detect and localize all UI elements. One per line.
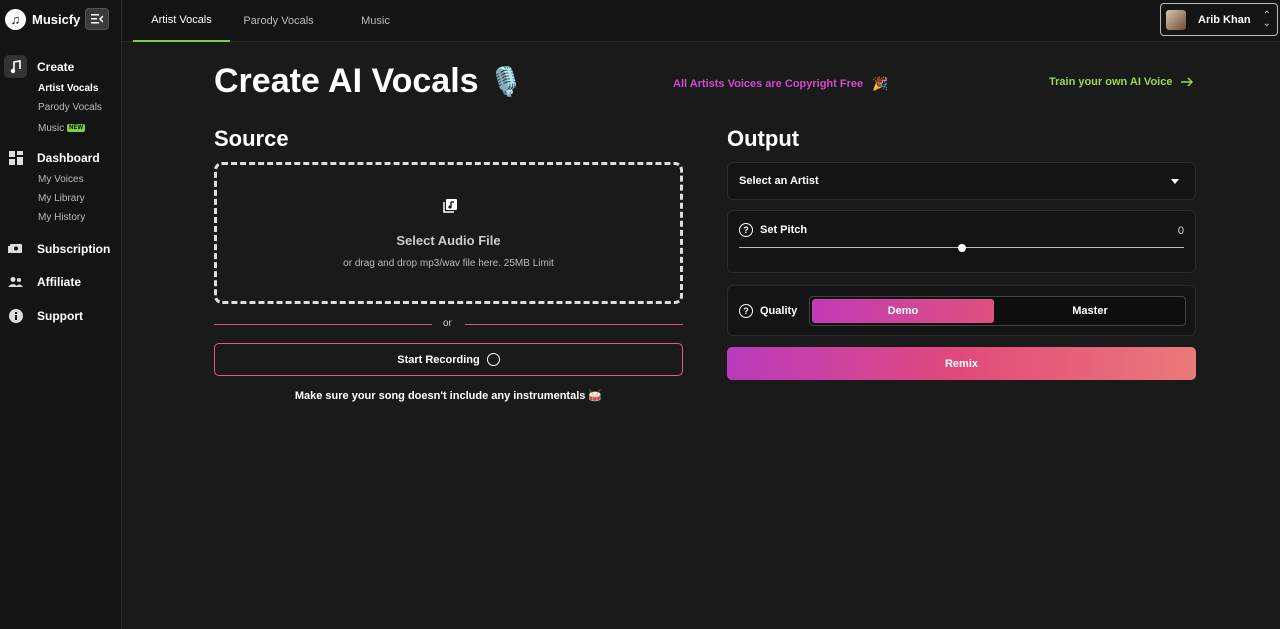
tab-parody-vocals[interactable]: Parody Vocals xyxy=(230,0,327,42)
page-title-text: Create AI Vocals xyxy=(214,62,479,100)
microphone-icon: 🎙️ xyxy=(488,66,524,97)
brand-name: Musicfy xyxy=(32,11,81,27)
pitch-panel: ? Set Pitch 0 xyxy=(727,210,1196,273)
start-recording-button[interactable]: Start Recording xyxy=(214,343,683,376)
train-voice-link[interactable]: Train your own AI Voice xyxy=(1049,76,1194,88)
source-heading: Source xyxy=(214,126,289,151)
artist-select[interactable]: Select an Artist xyxy=(727,162,1196,200)
affiliate-icon xyxy=(4,270,27,293)
caret-down-icon xyxy=(1171,179,1179,184)
sidebar-section-affiliate[interactable]: Affiliate xyxy=(37,275,81,289)
music-note-icon xyxy=(4,55,27,78)
menu-collapse-icon xyxy=(91,14,103,24)
pitch-slider[interactable] xyxy=(739,244,1184,252)
record-icon xyxy=(486,353,500,366)
copyright-note: All Artists Voices are Copyright Free 🎉 xyxy=(673,76,888,92)
divider-line-right xyxy=(465,324,683,325)
sidebar-item-my-voices[interactable]: My Voices xyxy=(38,174,84,185)
quality-option-demo[interactable]: Demo xyxy=(812,299,994,323)
tab-artist-vocals[interactable]: Artist Vocals xyxy=(133,0,230,42)
output-heading: Output xyxy=(727,126,800,151)
dashboard-icon xyxy=(4,146,27,169)
user-name: Arib Khan xyxy=(1198,13,1251,26)
help-icon[interactable]: ? xyxy=(739,304,753,318)
copyright-note-text: All Artists Voices are Copyright Free xyxy=(673,78,864,90)
avatar xyxy=(1166,9,1186,30)
sidebar-item-my-library[interactable]: My Library xyxy=(38,193,85,204)
audio-file-icon xyxy=(443,199,457,213)
info-icon xyxy=(4,304,27,327)
page-title: Create AI Vocals 🎙️ xyxy=(214,62,523,101)
sidebar-section-subscription[interactable]: Subscription xyxy=(37,242,110,256)
brand[interactable]: ♫ Musicfy xyxy=(5,8,80,30)
sidebar-item-artist-vocals[interactable]: Artist Vocals xyxy=(38,83,98,94)
train-voice-link-text: Train your own AI Voice xyxy=(1049,76,1173,88)
tab-music[interactable]: Music xyxy=(327,0,424,42)
artist-select-placeholder: Select an Artist xyxy=(739,175,819,187)
arrow-right-icon xyxy=(1181,77,1194,87)
collapse-sidebar-button[interactable] xyxy=(85,8,109,30)
sidebar-item-music-label: Music xyxy=(38,123,65,134)
quality-label: Quality xyxy=(760,305,798,317)
top-nav: Artist Vocals Parody Vocals Music xyxy=(122,0,1280,42)
quality-panel: ? Quality Demo Master xyxy=(727,285,1196,336)
audio-dropzone[interactable]: Select Audio File or drag and drop mp3/w… xyxy=(214,162,683,304)
subscription-icon xyxy=(4,237,27,260)
pitch-value: 0 xyxy=(1177,225,1184,237)
or-text: or xyxy=(443,318,452,329)
chevron-up-down-icon: ⌃ ⌄ xyxy=(1262,9,1271,29)
sidebar-item-parody-vocals[interactable]: Parody Vocals xyxy=(38,102,102,113)
sidebar-section-create[interactable]: Create xyxy=(37,60,74,74)
divider-line-left xyxy=(214,324,432,325)
start-recording-label: Start Recording xyxy=(397,353,480,366)
instrumentals-hint: Make sure your song doesn't include any … xyxy=(294,390,603,402)
dropzone-title: Select Audio File xyxy=(396,233,501,248)
pitch-slider-thumb[interactable] xyxy=(957,244,966,252)
or-divider: or xyxy=(214,318,683,331)
party-popper-icon: 🎉 xyxy=(872,76,889,91)
pitch-label: Set Pitch xyxy=(760,224,808,236)
help-icon[interactable]: ? xyxy=(739,223,753,237)
sidebar-item-music[interactable]: Music NEW xyxy=(38,123,86,134)
music-logo-icon: ♫ xyxy=(5,8,26,30)
quality-toggle: Demo Master xyxy=(809,296,1186,326)
user-menu[interactable]: Arib Khan ⌃ ⌄ xyxy=(1160,3,1278,36)
sidebar-section-support[interactable]: Support xyxy=(37,309,83,323)
quality-option-master[interactable]: Master xyxy=(999,299,1181,323)
new-badge: NEW xyxy=(67,124,86,133)
sidebar: ♫ Musicfy Create Artist Vocals Parody Vo… xyxy=(0,0,122,629)
sidebar-item-my-history[interactable]: My History xyxy=(38,212,85,223)
remix-button[interactable]: Remix xyxy=(727,347,1196,380)
sidebar-section-dashboard[interactable]: Dashboard xyxy=(37,151,100,165)
dropzone-subtitle: or drag and drop mp3/wav file here. 25MB… xyxy=(343,258,554,269)
